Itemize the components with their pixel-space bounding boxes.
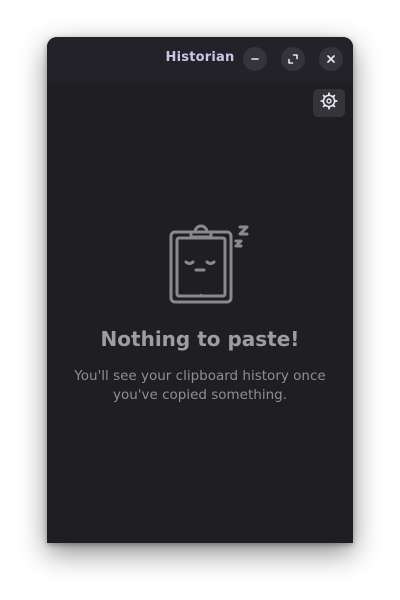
sleeping-clipboard-icon — [167, 223, 257, 311]
app-window: Historian Nothing to paste! You'll see y… — [47, 37, 353, 543]
minimize-icon — [250, 54, 260, 64]
maximize-icon — [287, 53, 299, 65]
title-bar[interactable]: Historian — [47, 37, 353, 81]
maximize-button[interactable] — [281, 47, 305, 71]
close-button[interactable] — [319, 47, 343, 71]
gear-icon — [320, 92, 338, 114]
settings-button[interactable] — [313, 89, 345, 117]
window-title: Historian — [165, 50, 235, 65]
empty-state-title: Nothing to paste! — [100, 327, 300, 351]
empty-state-description: You'll see your clipboard history once y… — [74, 368, 326, 403]
close-icon — [326, 54, 336, 64]
minimize-button[interactable] — [243, 47, 267, 71]
